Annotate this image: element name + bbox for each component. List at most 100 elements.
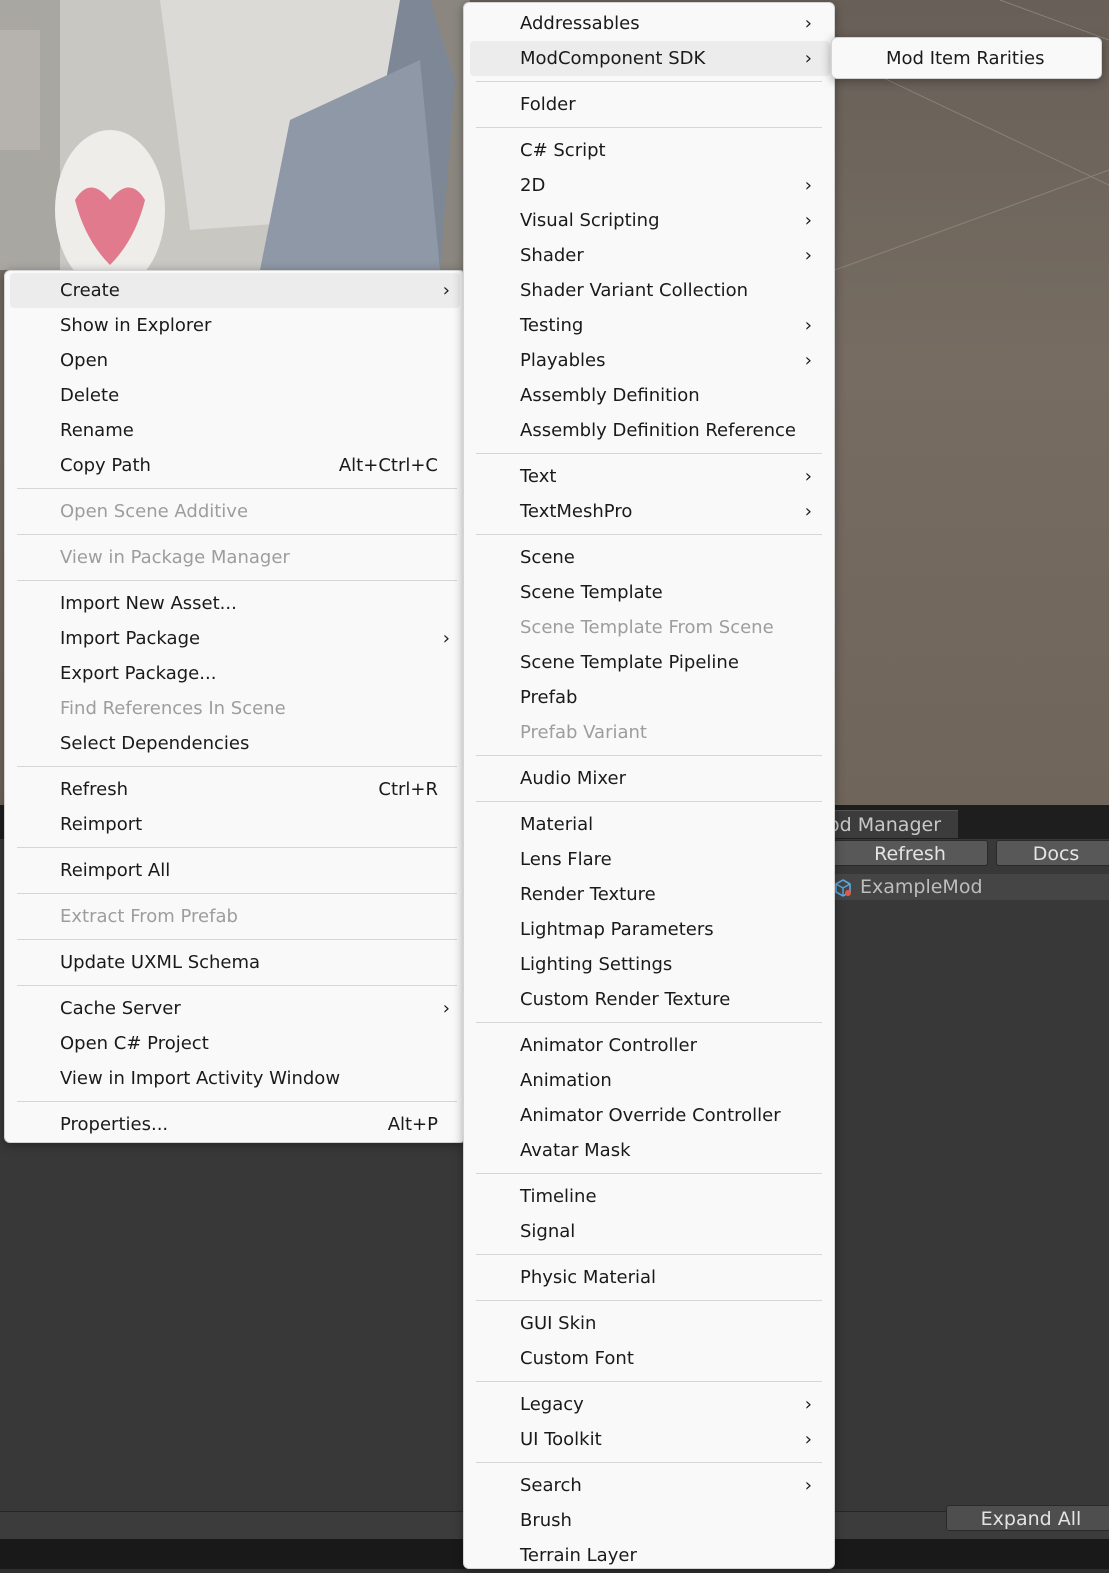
- menu-item-custom-render-texture[interactable]: Custom Render Texture: [470, 982, 830, 1017]
- menu-item-timeline[interactable]: Timeline: [470, 1179, 830, 1214]
- menu-item-show-in-explorer[interactable]: Show in Explorer: [10, 308, 460, 343]
- menu-item-label: View in Import Activity Window: [60, 1068, 341, 1089]
- menu-item-playables[interactable]: Playables ›: [470, 343, 830, 378]
- menu-item-textmeshpro[interactable]: TextMeshPro ›: [470, 494, 830, 529]
- menu-item-2d[interactable]: 2D ›: [470, 168, 830, 203]
- docs-button[interactable]: Docs: [996, 840, 1109, 866]
- menu-item-shader-variant-collection[interactable]: Shader Variant Collection: [470, 273, 830, 308]
- menu-item-audio-mixer[interactable]: Audio Mixer: [470, 761, 830, 796]
- menu-item-label: Reimport All: [60, 860, 171, 881]
- menu-item-prefab[interactable]: Prefab: [470, 680, 830, 715]
- menu-item-open[interactable]: Open: [10, 343, 460, 378]
- menu-item-reimport[interactable]: Reimport: [10, 807, 460, 842]
- menu-item-signal[interactable]: Signal: [470, 1214, 830, 1249]
- menu-item-modcomponent-sdk[interactable]: ModComponent SDK ›: [470, 41, 830, 76]
- project-context-menu: Create › Show in Explorer Open Delete Rename C…: [4, 270, 466, 1143]
- menu-item-export-package[interactable]: Export Package...: [10, 656, 460, 691]
- tree-item-examplemod[interactable]: ExampleMod: [832, 874, 1109, 900]
- menu-item-label: Reimport: [60, 814, 143, 835]
- menu-item-scene-template[interactable]: Scene Template: [470, 575, 830, 610]
- menu-item-folder[interactable]: Folder: [470, 87, 830, 122]
- menu-item-reimport-all[interactable]: Reimport All: [10, 853, 460, 888]
- menu-separator: [476, 81, 822, 82]
- menu-item-ui-toolkit[interactable]: UI Toolkit ›: [470, 1422, 830, 1457]
- menu-item-shader[interactable]: Shader ›: [470, 238, 830, 273]
- menu-item-properties[interactable]: Properties... Alt+P: [10, 1107, 460, 1142]
- menu-item-view-in-package-manager: View in Package Manager: [10, 540, 460, 575]
- menu-item-physic-material[interactable]: Physic Material: [470, 1260, 830, 1295]
- menu-item-label: Legacy: [520, 1394, 584, 1415]
- menu-item-prefab-variant: Prefab Variant: [470, 715, 830, 750]
- menu-item-label: Copy Path: [60, 455, 151, 476]
- menu-separator: [476, 453, 822, 454]
- menu-item-assembly-definition-reference[interactable]: Assembly Definition Reference: [470, 413, 830, 448]
- menu-separator: [476, 755, 822, 756]
- menu-separator: [476, 1254, 822, 1255]
- menu-item-label: Search: [520, 1475, 582, 1496]
- menu-item-legacy[interactable]: Legacy ›: [470, 1387, 830, 1422]
- menu-item-terrain-layer[interactable]: Terrain Layer: [470, 1538, 830, 1573]
- menu-item-search[interactable]: Search ›: [470, 1468, 830, 1503]
- menu-item-assembly-definition[interactable]: Assembly Definition: [470, 378, 830, 413]
- chevron-right-icon: ›: [804, 1394, 812, 1415]
- menu-item-view-in-import-activity-window[interactable]: View in Import Activity Window: [10, 1061, 460, 1096]
- tree-item-label: ExampleMod: [860, 876, 983, 898]
- menu-item-cache-server[interactable]: Cache Server ›: [10, 991, 460, 1026]
- menu-item-extract-from-prefab: Extract From Prefab: [10, 899, 460, 934]
- menu-item-label: UI Toolkit: [520, 1429, 602, 1450]
- menu-item-label: Open Scene Additive: [60, 501, 249, 522]
- menu-item-lightmap-parameters[interactable]: Lightmap Parameters: [470, 912, 830, 947]
- menu-item-create[interactable]: Create ›: [10, 273, 460, 308]
- menu-item-custom-font[interactable]: Custom Font: [470, 1341, 830, 1376]
- menu-separator: [17, 488, 457, 489]
- menu-item-material[interactable]: Material: [470, 807, 830, 842]
- menu-item-label: 2D: [520, 175, 546, 196]
- menu-item-label: Render Texture: [520, 884, 656, 905]
- menu-item-rename[interactable]: Rename: [10, 413, 460, 448]
- modcomponent-sdk-submenu: Mod Item Rarities: [831, 37, 1102, 79]
- menu-item-gui-skin[interactable]: GUI Skin: [470, 1306, 830, 1341]
- menu-item-refresh[interactable]: Refresh Ctrl+R: [10, 772, 460, 807]
- menu-separator: [17, 534, 457, 535]
- menu-item-addressables[interactable]: Addressables ›: [470, 6, 830, 41]
- menu-item-scene[interactable]: Scene: [470, 540, 830, 575]
- menu-item-testing[interactable]: Testing ›: [470, 308, 830, 343]
- menu-item-avatar-mask[interactable]: Avatar Mask: [470, 1133, 830, 1168]
- menu-item-label: Physic Material: [520, 1267, 657, 1288]
- expand-all-button[interactable]: Expand All: [946, 1505, 1109, 1531]
- menu-item-visual-scripting[interactable]: Visual Scripting ›: [470, 203, 830, 238]
- chevron-right-icon: ›: [804, 245, 812, 266]
- menu-item-label: View in Package Manager: [60, 547, 290, 568]
- chevron-right-icon: ›: [804, 315, 812, 336]
- menu-separator: [476, 1173, 822, 1174]
- menu-item-label: Avatar Mask: [520, 1140, 631, 1161]
- menu-item-render-texture[interactable]: Render Texture: [470, 877, 830, 912]
- refresh-button[interactable]: Refresh: [832, 840, 988, 866]
- chevron-right-icon: ›: [442, 628, 450, 649]
- menu-item-label: Timeline: [520, 1186, 597, 1207]
- menu-item-brush[interactable]: Brush: [470, 1503, 830, 1538]
- menu-item-label: Open C# Project: [60, 1033, 209, 1054]
- menu-item-animator-override-controller[interactable]: Animator Override Controller: [470, 1098, 830, 1133]
- menu-item-c-script[interactable]: C# Script: [470, 133, 830, 168]
- menu-item-update-uxml-schema[interactable]: Update UXML Schema: [10, 945, 460, 980]
- menu-item-mod-item-rarities[interactable]: Mod Item Rarities: [836, 41, 1099, 76]
- menu-item-lighting-settings[interactable]: Lighting Settings: [470, 947, 830, 982]
- menu-item-lens-flare[interactable]: Lens Flare: [470, 842, 830, 877]
- menu-item-animation[interactable]: Animation: [470, 1063, 830, 1098]
- menu-item-animator-controller[interactable]: Animator Controller: [470, 1028, 830, 1063]
- menu-item-label: Export Package...: [60, 663, 217, 684]
- menu-item-copy-path[interactable]: Copy Path Alt+Ctrl+C: [10, 448, 460, 483]
- menu-item-delete[interactable]: Delete: [10, 378, 460, 413]
- menu-item-text[interactable]: Text ›: [470, 459, 830, 494]
- menu-item-import-package[interactable]: Import Package ›: [10, 621, 460, 656]
- menu-item-select-dependencies[interactable]: Select Dependencies: [10, 726, 460, 761]
- menu-item-scene-template-pipeline[interactable]: Scene Template Pipeline: [470, 645, 830, 680]
- menu-item-open-c-project[interactable]: Open C# Project: [10, 1026, 460, 1061]
- menu-separator: [17, 893, 457, 894]
- tab-mod-manager[interactable]: od Manager: [818, 810, 958, 838]
- menu-item-import-new-asset[interactable]: Import New Asset...: [10, 586, 460, 621]
- chevron-right-icon: ›: [804, 501, 812, 522]
- menu-item-label: Scene Template Pipeline: [520, 652, 739, 673]
- menu-separator: [476, 801, 822, 802]
